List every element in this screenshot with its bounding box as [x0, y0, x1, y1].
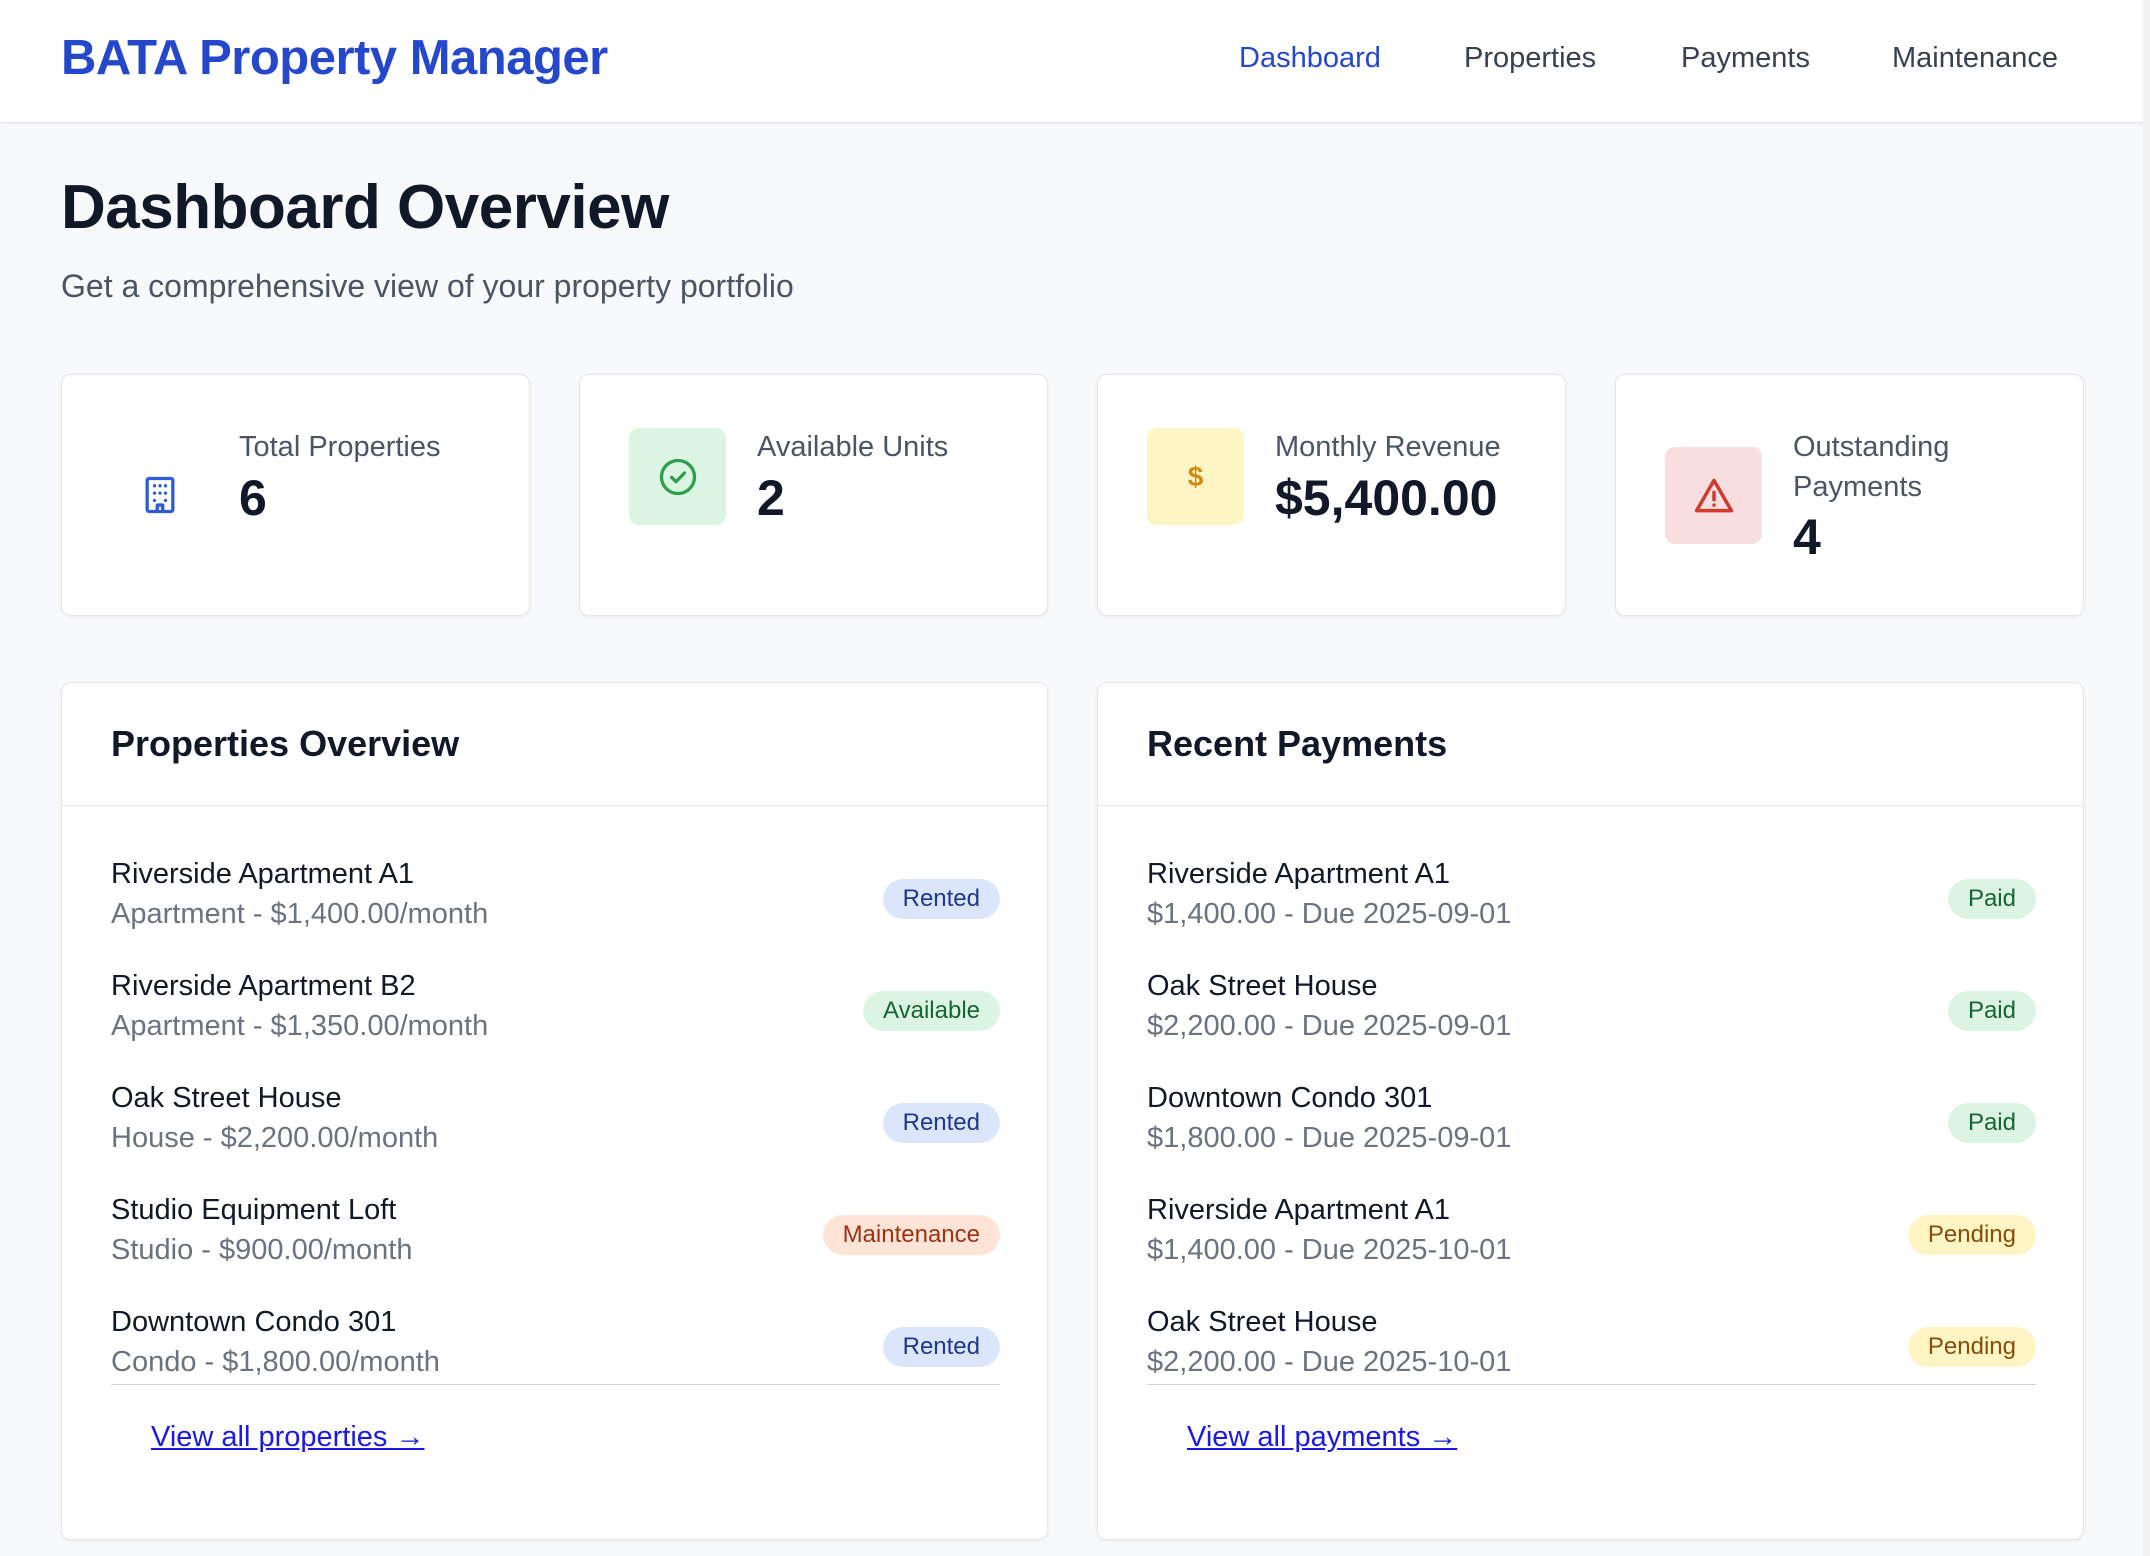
property-detail: Apartment - $1,400.00/month [111, 898, 489, 930]
check-circle-icon [629, 428, 726, 525]
payment-row[interactable]: Downtown Condo 301 $1,800.00 - Due 2025-… [1147, 1082, 2036, 1182]
property-detail: House - $2,200.00/month [111, 1122, 439, 1154]
dollar-icon: $ [1147, 428, 1244, 525]
payment-row[interactable]: Oak Street House $2,200.00 - Due 2025-09… [1147, 970, 2036, 1070]
nav-maintenance[interactable]: Maintenance [1892, 42, 2058, 75]
stat-value: 4 [1793, 509, 1821, 565]
payment-detail: $2,200.00 - Due 2025-10-01 [1147, 1346, 1512, 1378]
list-divider [111, 1384, 1000, 1385]
status-badge: Available [863, 991, 1000, 1031]
recent-payments-panel: Recent Payments Riverside Apartment A1 $… [1097, 682, 2084, 1540]
status-badge: Rented [882, 1103, 1000, 1143]
brand-title[interactable]: BATA Property Manager [61, 30, 608, 86]
panel-title: Properties Overview [62, 683, 1047, 806]
top-navbar: BATA Property Manager Dashboard Properti… [0, 0, 2150, 123]
stat-label: Total Properties [239, 431, 441, 463]
page-subtitle: Get a comprehensive view of your propert… [61, 268, 794, 304]
property-row[interactable]: Riverside Apartment B2 Apartment - $1,35… [111, 970, 1000, 1070]
payment-property: Oak Street House [1147, 1306, 1378, 1338]
properties-overview-panel: Properties Overview Riverside Apartment … [61, 682, 1048, 1540]
status-badge: Rented [882, 1327, 1000, 1367]
stat-value: $5,400.00 [1275, 470, 1498, 526]
building-icon [111, 446, 208, 543]
payment-detail: $1,400.00 - Due 2025-09-01 [1147, 898, 1512, 930]
payment-row[interactable]: Riverside Apartment A1 $1,400.00 - Due 2… [1147, 1194, 2036, 1294]
status-badge: Paid [1947, 879, 2036, 919]
view-all-payments-link[interactable]: View all payments → [1187, 1421, 1457, 1454]
property-row[interactable]: Studio Equipment Loft Studio - $900.00/m… [111, 1194, 1000, 1294]
view-all-properties-link[interactable]: View all properties → [151, 1421, 424, 1454]
stat-card-available-units: Available Units 2 [579, 374, 1048, 616]
nav-payments[interactable]: Payments [1681, 42, 1810, 75]
status-badge: Rented [882, 879, 1000, 919]
page-title: Dashboard Overview [61, 173, 669, 242]
payment-property: Downtown Condo 301 [1147, 1082, 1433, 1114]
payment-detail: $1,800.00 - Due 2025-09-01 [1147, 1122, 1512, 1154]
stat-value: 6 [239, 470, 267, 526]
status-badge: Maintenance [822, 1215, 1000, 1255]
property-name: Studio Equipment Loft [111, 1194, 397, 1226]
stat-card-monthly-revenue: $ Monthly Revenue $5,400.00 [1097, 374, 1566, 616]
property-name: Riverside Apartment A1 [111, 858, 415, 890]
status-badge: Paid [1947, 991, 2036, 1031]
nav-dashboard[interactable]: Dashboard [1239, 42, 1381, 75]
payment-detail: $1,400.00 - Due 2025-10-01 [1147, 1234, 1512, 1266]
stat-card-total-properties: Total Properties 6 [61, 374, 530, 616]
payment-row[interactable]: Riverside Apartment A1 $1,400.00 - Due 2… [1147, 858, 2036, 958]
panel-title: Recent Payments [1098, 683, 2083, 806]
payment-property: Oak Street House [1147, 970, 1378, 1002]
page-scrollbar[interactable] [2143, 0, 2150, 1556]
status-badge: Pending [1907, 1327, 2036, 1367]
payment-property: Riverside Apartment A1 [1147, 1194, 1451, 1226]
property-detail: Apartment - $1,350.00/month [111, 1010, 489, 1042]
property-row[interactable]: Oak Street House House - $2,200.00/month… [111, 1082, 1000, 1182]
stat-label: Available Units [757, 431, 949, 463]
payment-property: Riverside Apartment A1 [1147, 858, 1451, 890]
stat-card-outstanding-payments: Outstanding Payments 4 [1615, 374, 2084, 616]
property-row[interactable]: Downtown Condo 301 Condo - $1,800.00/mon… [111, 1306, 1000, 1406]
warning-icon [1665, 447, 1762, 544]
property-detail: Condo - $1,800.00/month [111, 1346, 440, 1378]
payment-row[interactable]: Oak Street House $2,200.00 - Due 2025-10… [1147, 1306, 2036, 1406]
property-detail: Studio - $900.00/month [111, 1234, 413, 1266]
stat-label: Outstanding Payments [1793, 431, 1950, 503]
stat-label: Monthly Revenue [1275, 431, 1501, 463]
list-divider [1147, 1384, 2036, 1385]
stat-value: 2 [757, 470, 785, 526]
property-name: Oak Street House [111, 1082, 342, 1114]
status-badge: Pending [1907, 1215, 2036, 1255]
app-viewport: BATA Property Manager Dashboard Properti… [0, 0, 2150, 1556]
payment-detail: $2,200.00 - Due 2025-09-01 [1147, 1010, 1512, 1042]
status-badge: Paid [1947, 1103, 2036, 1143]
nav-properties[interactable]: Properties [1464, 42, 1596, 75]
property-name: Downtown Condo 301 [111, 1306, 397, 1338]
property-row[interactable]: Riverside Apartment A1 Apartment - $1,40… [111, 858, 1000, 958]
property-name: Riverside Apartment B2 [111, 970, 416, 1002]
